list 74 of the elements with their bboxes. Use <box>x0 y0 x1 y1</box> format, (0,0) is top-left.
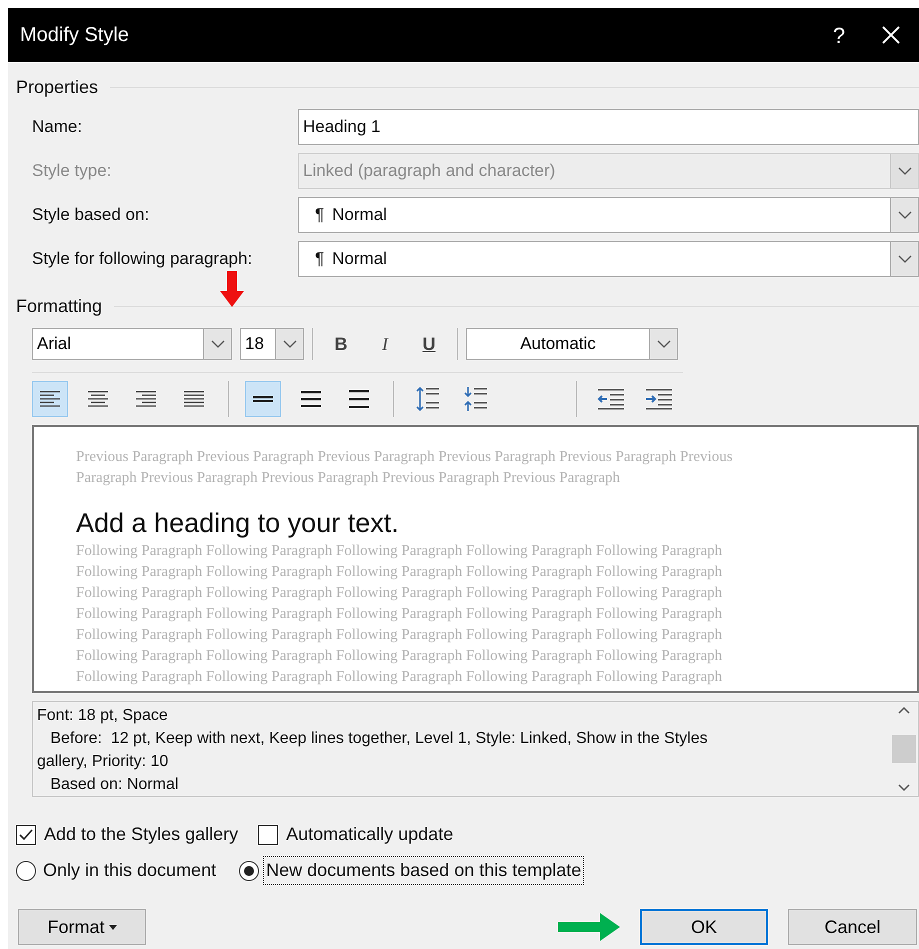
preview-text: Previous Paragraph Previous Paragraph Previous Paragraph Previous Paragraph Previous Paragraph Previous <box>76 448 734 467</box>
align-center-icon <box>87 390 109 408</box>
ok-button[interactable]: OK <box>640 909 768 945</box>
right-arrow-icon <box>558 913 620 941</box>
close-icon <box>882 26 900 44</box>
field-value: Heading 1 <box>302 116 382 138</box>
preview-text: Following Paragraph Following Paragraph Following Paragraph Following Paragraph Following Paragraph <box>76 542 724 561</box>
preview-text: Following Paragraph Following Paragraph Following Paragraph Following Paragraph Following Paragraph <box>76 563 724 582</box>
preview-text: Following Paragraph Following Paragraph Following Paragraph Following Paragraph Following Paragraph <box>76 605 724 624</box>
preview-text: Following Paragraph Following Paragraph Following Paragraph Following Paragraph Following Paragraph <box>76 647 724 666</box>
checkbox-label: Automatically update <box>286 823 454 846</box>
field-value: Normal <box>332 204 388 226</box>
align-justify-icon <box>183 390 205 408</box>
color-dropdown[interactable]: Automatic <box>466 328 678 360</box>
format-button[interactable]: Format <box>18 909 146 945</box>
align-left-icon <box>39 390 61 408</box>
radio-button[interactable] <box>16 860 36 880</box>
chevron-down-icon <box>898 167 912 175</box>
description-text: Based on: Normal <box>49 775 180 795</box>
section-heading: Formatting <box>16 295 102 318</box>
name-field[interactable]: Heading 1 <box>298 109 919 145</box>
cancel-button[interactable]: Cancel <box>788 909 917 945</box>
chevron-down-icon <box>210 340 224 348</box>
style-dropdown[interactable]: ¶ Normal <box>298 197 919 233</box>
dropdown-caret-icon <box>108 924 116 930</box>
preview-text: Paragraph Previous Paragraph Previous Paragraph Previous Paragraph Previous Paragraph <box>76 469 622 488</box>
field-label: Name: <box>31 116 84 138</box>
radio-label: Only in this document <box>42 859 218 882</box>
window-title: Modify Style <box>20 23 130 48</box>
radio-label: New documents based on this template <box>263 856 584 885</box>
description-text: Before: 12 pt, Keep with next, Keep lines together, Level 1, Style: Linked, Show in the Styles <box>49 729 709 749</box>
field-value: Linked (paragraph and character) <box>302 160 556 182</box>
paragraph-mark: ¶ <box>315 248 324 270</box>
line-spacing-icon <box>300 390 322 408</box>
chevron-down-icon <box>656 340 670 348</box>
line-spacing-button[interactable] <box>245 381 281 417</box>
font-dropdown[interactable]: Arial <box>32 328 232 360</box>
align-right-icon <box>135 390 157 408</box>
checkbox[interactable] <box>258 824 278 844</box>
style-dropdown[interactable]: ¶ Normal <box>298 241 919 277</box>
scroll-down-icon <box>898 784 910 792</box>
field-label: Style based on: <box>31 204 150 226</box>
chevron-down-icon <box>282 340 296 348</box>
chevron-down-icon <box>898 211 912 219</box>
preview-text: Following Paragraph Following Paragraph Following Paragraph Following Paragraph Following Paragraph <box>76 626 724 645</box>
checkbox-label: Add to the Styles gallery <box>44 823 238 846</box>
size-dropdown[interactable]: 18 <box>240 328 304 360</box>
preview-heading: Add a heading to your text. <box>76 507 400 540</box>
underline-button[interactable]: U <box>409 328 449 360</box>
preview-text: Following Paragraph Following Paragraph Following Paragraph Following Paragraph Following Paragraph <box>76 584 724 603</box>
paragraph-spacing-icon <box>415 386 441 412</box>
section-heading: Properties <box>16 76 98 99</box>
paragraph-mark: ¶ <box>315 204 324 226</box>
field-label: Style type: <box>31 160 112 182</box>
scroll-up-icon <box>898 706 910 714</box>
field-value: Normal <box>332 248 388 270</box>
field-label: Style for following paragraph: <box>31 248 254 270</box>
description-text: gallery, Priority: 10 <box>37 752 170 772</box>
align-button[interactable] <box>32 381 68 417</box>
italic-button[interactable]: I <box>365 328 405 360</box>
checkbox[interactable] <box>16 824 36 844</box>
line-spacing-icon <box>348 390 370 408</box>
checkmark-icon <box>19 828 33 840</box>
radio-button[interactable] <box>239 860 260 880</box>
decrease-indent-icon <box>597 388 625 410</box>
down-arrow-icon <box>220 271 244 307</box>
chevron-down-icon <box>898 255 912 263</box>
line-spacing-icon <box>252 396 274 402</box>
paragraph-spacing-icon <box>463 386 489 412</box>
bold-button[interactable]: B <box>321 328 361 360</box>
increase-indent-icon <box>645 388 673 410</box>
preview-text: Following Paragraph Following Paragraph Following Paragraph Following Paragraph Following Paragraph <box>76 668 724 687</box>
description-text: Font: 18 pt, Space <box>37 706 169 726</box>
help-button[interactable]: ? <box>815 8 863 62</box>
